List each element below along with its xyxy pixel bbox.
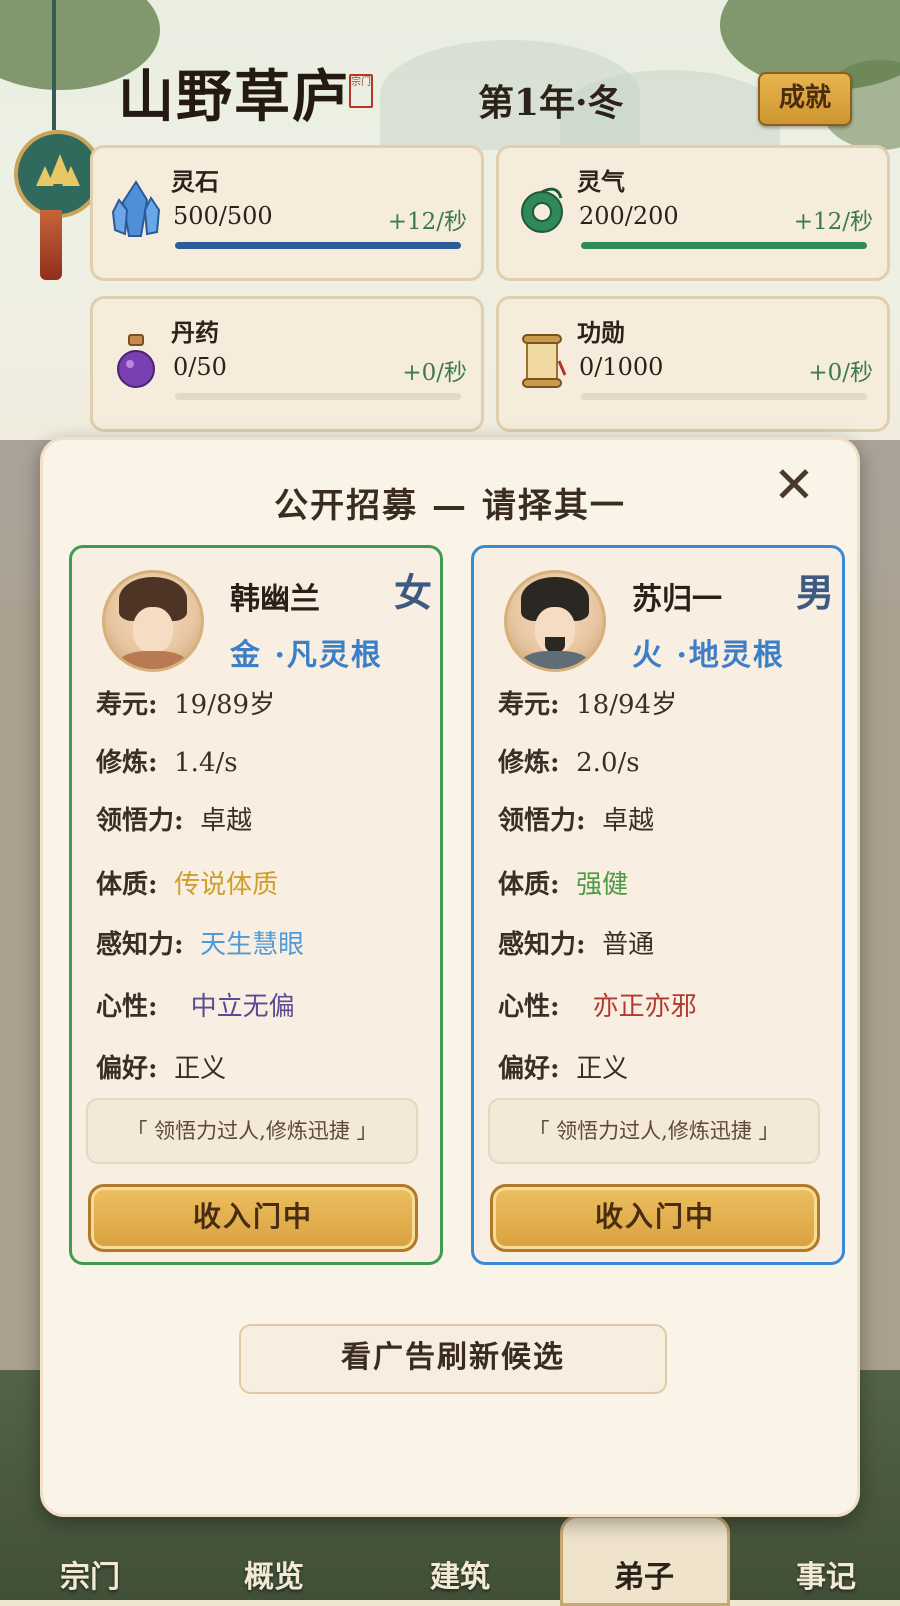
resource-name: 功勋	[577, 318, 625, 347]
nav-item-disciples[interactable]: 弟子	[574, 1552, 714, 1596]
candidate-gender: 女	[393, 570, 432, 615]
tassel-icon	[40, 210, 62, 280]
resource-rate: +12/秒	[387, 209, 467, 235]
stat-comprehension: 领悟力: 卓越	[498, 806, 655, 836]
candidate-card[interactable]: 苏归一 男 火 ·地灵根 寿元: 18/94岁 修炼: 2.0/s 领悟力: 卓…	[471, 545, 845, 1265]
close-icon[interactable]: ✕	[767, 458, 821, 512]
stat-preference: 偏好: 正义	[498, 1054, 629, 1084]
resource-rate: +12/秒	[793, 209, 873, 235]
stat-lifespan: 寿元: 19/89岁	[96, 690, 276, 720]
candidate-name: 韩幽兰	[230, 582, 320, 617]
candidate-spirit-root: 火 ·地灵根	[632, 638, 785, 673]
sect-title: 山野草庐	[118, 64, 350, 130]
resource-value: 0/1000	[579, 353, 664, 381]
jade-icon	[521, 187, 563, 233]
watch-ad-refresh-button[interactable]: 看广告刷新候选	[239, 1324, 667, 1394]
achievements-button[interactable]: 成就	[758, 72, 852, 126]
recruit-button[interactable]: 收入门中	[88, 1184, 418, 1252]
recruit-button[interactable]: 收入门中	[490, 1184, 820, 1252]
resource-card-merit: 功勋 0/1000 +0/秒	[496, 296, 890, 432]
stat-perception: 感知力: 普通	[498, 930, 655, 960]
stat-preference: 偏好: 正义	[96, 1054, 227, 1084]
nav-item-buildings[interactable]: 建筑	[390, 1552, 530, 1596]
resource-card-spirit-stone: 灵石 500/500 +12/秒	[90, 145, 484, 281]
candidate-quote: 「 领悟力过人,修炼迅捷 」	[86, 1098, 418, 1164]
resource-progress-fill	[581, 242, 867, 249]
resource-rate: +0/秒	[402, 360, 467, 386]
nav-item-overview[interactable]: 概览	[204, 1552, 344, 1596]
resource-name: 灵气	[577, 167, 625, 196]
sect-seal: 宗门	[349, 74, 373, 108]
stat-physique: 体质: 强健	[498, 870, 629, 900]
resource-progress-bar	[581, 242, 867, 249]
modal-title: 公开招募 — 请择其一	[274, 486, 626, 526]
resource-value: 200/200	[579, 202, 679, 230]
resource-progress-fill	[175, 242, 461, 249]
crystal-icon	[111, 180, 161, 237]
scroll-icon	[522, 334, 567, 388]
game-date: 第1年·冬	[478, 82, 624, 124]
resource-card-spirit-qi: 灵气 200/200 +12/秒	[496, 145, 890, 281]
stat-lifespan: 寿元: 18/94岁	[498, 690, 678, 720]
candidate-quote: 「 领悟力过人,修炼迅捷 」	[488, 1098, 820, 1164]
stat-comprehension: 领悟力: 卓越	[96, 806, 253, 836]
resource-card-elixir: 丹药 0/50 +0/秒	[90, 296, 484, 432]
nav-item-sect[interactable]: 宗门	[20, 1552, 160, 1596]
medal-cord	[52, 0, 56, 130]
resource-progress-bar	[175, 393, 461, 400]
stat-cultivation: 修炼: 1.4/s	[96, 748, 238, 778]
stat-perception: 感知力: 天生慧眼	[96, 930, 305, 960]
resource-progress-bar	[581, 393, 867, 400]
resource-value: 500/500	[173, 202, 273, 230]
candidate-name: 苏归一	[632, 582, 722, 617]
candidate-avatar	[102, 570, 204, 672]
candidate-spirit-root: 金 ·凡灵根	[230, 638, 383, 673]
sect-medal-icon[interactable]	[14, 130, 102, 218]
stat-physique: 体质: 传说体质	[96, 870, 279, 900]
candidate-gender: 男	[795, 570, 834, 615]
stat-cultivation: 修炼: 2.0/s	[498, 748, 640, 778]
resource-progress-bar	[175, 242, 461, 249]
resource-name: 灵石	[171, 167, 219, 196]
candidate-card[interactable]: 韩幽兰 女 金 ·凡灵根 寿元: 19/89岁 修炼: 1.4/s 领悟力: 卓…	[69, 545, 443, 1265]
stat-temperament: 心性: 中立无偏	[96, 992, 295, 1022]
potion-icon	[117, 334, 155, 388]
candidate-avatar	[504, 570, 606, 672]
resource-name: 丹药	[171, 318, 219, 347]
stat-temperament: 心性: 亦正亦邪	[498, 992, 697, 1022]
recruit-modal: 公开招募 — 请择其一 ✕ 韩幽兰 女 金 ·凡灵根 寿元: 19/89岁 修炼…	[40, 437, 860, 1517]
resource-rate: +0/秒	[808, 360, 873, 386]
resource-value: 0/50	[173, 353, 227, 381]
nav-item-records[interactable]: 事记	[756, 1552, 896, 1596]
